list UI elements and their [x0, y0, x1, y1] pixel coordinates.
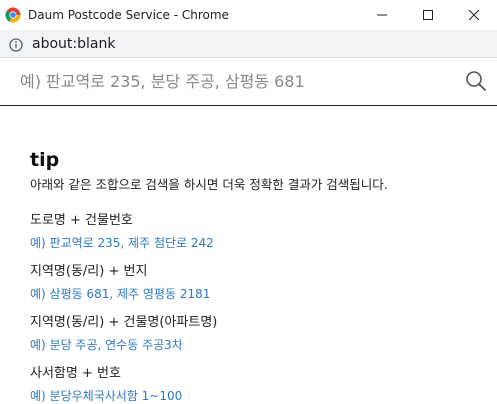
tip-description: 아래와 같은 조합으로 검색을 하시면 더욱 정확한 결과가 검색됩니다. [30, 177, 388, 192]
tip-item-label: 지역명(동/리) + 번지 [30, 264, 148, 279]
search-icon[interactable] [465, 70, 487, 92]
window-titlebar: Daum Postcode Service - Chrome [0, 0, 497, 30]
tip-item-label: 지역명(동/리) + 건물명(아파트명) [30, 315, 218, 330]
tip-item-lot-number: 지역명(동/리) + 번지 예) 삼평동 681, 제주 영평동 2181 [30, 263, 497, 302]
tip-item-po-box: 사서함명 + 번호 예) 분당우체국사서함 1~100 [30, 365, 497, 404]
tip-item-example: 예) 삼평동 681, 제주 영평동 2181 [30, 287, 211, 301]
maximize-button[interactable] [405, 0, 451, 30]
tip-item-road-name: 도로명 + 건물번호 예) 판교역로 235, 제주 첨단로 242 [30, 212, 497, 251]
tip-item-label: 사서함명 + 번호 [30, 366, 121, 381]
window-controls [359, 0, 497, 30]
tip-item-example: 예) 분당우체국사서함 1~100 [30, 389, 183, 403]
tip-item-example: 예) 분당 주공, 연수동 주공3차 [30, 338, 183, 352]
chrome-icon [5, 7, 21, 23]
tip-item-label: 도로명 + 건물번호 [30, 213, 133, 228]
address-bar[interactable]: about:blank [0, 30, 497, 58]
window-title: Daum Postcode Service - Chrome [28, 8, 229, 22]
minimize-button[interactable] [359, 0, 405, 30]
url-text: about:blank [32, 35, 116, 52]
tip-title: tip [30, 149, 60, 171]
info-icon[interactable] [9, 37, 23, 52]
tip-section: tip 아래와 같은 조합으로 검색을 하시면 더욱 정확한 결과가 검색됩니다… [0, 106, 497, 404]
close-button[interactable] [451, 0, 497, 30]
search-input[interactable] [18, 60, 462, 103]
tip-item-building-name: 지역명(동/리) + 건물명(아파트명) 예) 분당 주공, 연수동 주공3차 [30, 314, 497, 353]
tip-item-example: 예) 판교역로 235, 제주 첨단로 242 [30, 236, 214, 250]
search-bar [0, 58, 497, 106]
